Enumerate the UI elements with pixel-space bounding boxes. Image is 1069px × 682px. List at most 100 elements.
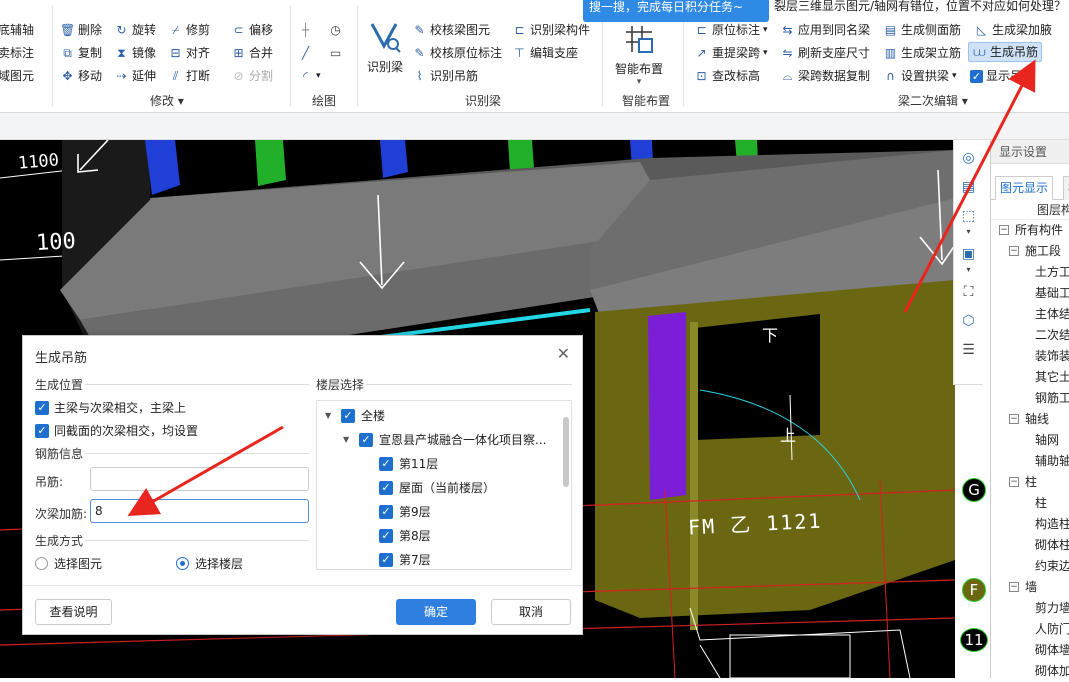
tree-item[interactable]: 装饰装 [991, 346, 1069, 367]
tree-item[interactable]: 基础工 [991, 283, 1069, 304]
floor-item[interactable]: ✓ 第7层 [379, 551, 431, 568]
cube-icon[interactable]: ⬚ [958, 205, 980, 227]
check-beam-button[interactable]: ✎ 校核梁图元 [412, 20, 490, 40]
same-section-intersect-checkbox[interactable]: ✓ 同截面的次梁相交，均设置 [35, 422, 198, 439]
gen-haunch-button[interactable]: ◺ 生成梁加腋 [974, 20, 1052, 40]
collapse-toggle-icon[interactable]: − [1009, 477, 1019, 487]
floor-item[interactable]: ▼ ✓ 宣恩县产城融合一体化项目察... [343, 431, 546, 448]
identify-hanger-button[interactable]: ⌇ 识别吊筋 [412, 66, 478, 86]
select-floor-radio[interactable]: 选择楼层 [176, 555, 243, 572]
collapse-toggle-icon[interactable]: − [1009, 414, 1019, 424]
checkbox-checked-icon[interactable]: ✓ [379, 552, 393, 567]
trim-button[interactable]: ⌿ 修剪 [168, 20, 210, 40]
gen-hanger-button[interactable]: ⩊ 生成吊筋 [968, 42, 1043, 62]
ribbon-left-item-1[interactable]: 底辅轴 [0, 20, 34, 40]
tree-item[interactable]: − 轴线 [991, 409, 1069, 430]
ribbon-left-item-3[interactable]: 域图元 [0, 66, 34, 86]
floor-item[interactable]: ▼ ✓ 全楼 [325, 407, 385, 424]
split-button[interactable]: ⊘ 分割 [231, 66, 273, 86]
break-button[interactable]: ⫽ 打断 [168, 66, 210, 86]
select-element-radio[interactable]: 选择图元 [35, 555, 102, 572]
plan-view-icon[interactable]: ▤ [958, 176, 980, 198]
tree-item[interactable]: 其它土 [991, 367, 1069, 388]
align-button[interactable]: ⊟ 对齐 [168, 43, 210, 63]
tree-item[interactable]: 钢筋工 [991, 388, 1069, 409]
floor-item[interactable]: ✓ 第9层 [379, 503, 431, 520]
checkbox-checked-icon[interactable]: ✓ [341, 408, 355, 423]
delete-button[interactable]: 🗑 删除 [60, 20, 102, 40]
set-arch-beam-button[interactable]: ∩ 设置拱梁 ▾ [883, 66, 956, 86]
apply-same-name-button[interactable]: ⇆ 应用到同名梁 [780, 20, 870, 40]
secondary-beam-rebar-input[interactable] [90, 499, 309, 523]
expand-arrow-icon[interactable]: ▼ [325, 411, 335, 420]
chevron-down-icon[interactable]: ▾ [958, 265, 980, 274]
checkbox-checked-icon[interactable]: ✓ [379, 504, 393, 519]
hanger-rebar-input[interactable] [90, 467, 309, 491]
tree-item[interactable]: 轴网 [991, 430, 1069, 451]
tree-item[interactable]: 二次结 [991, 325, 1069, 346]
tree-item[interactable]: − 施工段 [991, 241, 1069, 262]
floor-tree-scrollbar[interactable] [563, 417, 569, 487]
draw-arc-button[interactable]: ◜ ▾ [298, 66, 320, 86]
close-icon[interactable]: ✕ [557, 344, 570, 363]
copy-button[interactable]: ⧉ 复制 [60, 43, 102, 63]
identify-beam-button[interactable]: 识别梁 [362, 20, 408, 75]
view-help-button[interactable]: 查看说明 [35, 599, 112, 625]
refresh-support-button[interactable]: ⇋ 刷新支座尺寸 [780, 43, 870, 63]
smart-layout-button[interactable]: 智能布置 ▾ [612, 22, 666, 87]
draw-line-button[interactable]: ╱ [298, 43, 313, 63]
cancel-button[interactable]: 取消 [491, 599, 571, 625]
offset-button[interactable]: ⊂ 偏移 [231, 20, 273, 40]
copy-span-data-button[interactable]: ⌓ 梁跨数据复制 [780, 66, 870, 86]
ribbon-left-item-2[interactable]: 卖标注 [0, 43, 34, 63]
floor-item[interactable]: ✓ 第11层 [379, 455, 438, 472]
identify-beam-component-button[interactable]: ⊏ 识别梁构件 [512, 20, 590, 40]
tree-item[interactable]: 柱 [991, 493, 1069, 514]
eye-icon[interactable]: ◎ [958, 147, 980, 169]
tree-item[interactable]: 约束边 [991, 556, 1069, 577]
tab-element-display[interactable]: 图元显示 [995, 176, 1054, 200]
box-select-icon[interactable]: ⬡ [958, 310, 980, 332]
check-elevation-button[interactable]: ⊡ 查改标高 [694, 66, 760, 86]
tree-item[interactable]: 砌体柱 [991, 535, 1069, 556]
tree-item[interactable]: 人防门 [991, 619, 1069, 640]
tree-item[interactable]: 构造柱 [991, 514, 1069, 535]
tree-item[interactable]: − 所有构件 [991, 220, 1069, 241]
tree-item[interactable]: 土方工 [991, 262, 1069, 283]
checkbox-checked-icon[interactable]: ✓ [379, 456, 393, 471]
tree-item[interactable]: − 柱 [991, 472, 1069, 493]
collapse-toggle-icon[interactable]: − [999, 225, 1009, 235]
main-secondary-intersect-checkbox[interactable]: ✓ 主梁与次梁相交，主梁上 [35, 399, 186, 416]
chevron-down-icon[interactable]: ▾ [958, 227, 980, 236]
gen-side-rebar-button[interactable]: ▤ 生成侧面筋 [883, 20, 961, 40]
extend-button[interactable]: ⇢ 延伸 [114, 66, 156, 86]
collapse-toggle-icon[interactable]: − [1009, 246, 1019, 256]
check-annotation-button[interactable]: ✎ 校核原位标注 [412, 43, 502, 63]
floor-item[interactable]: ✓ 屋面（当前楼层） [379, 479, 495, 496]
re-extract-span-button[interactable]: ↗ 重提梁跨 ▾ [694, 43, 767, 63]
expand-arrow-icon[interactable]: ▼ [343, 435, 353, 444]
gen-erection-bar-button[interactable]: ▥ 生成架立筋 [883, 43, 961, 63]
mirror-button[interactable]: ⧗ 镜像 [114, 43, 156, 63]
collapse-toggle-icon[interactable]: − [1009, 582, 1019, 592]
checkbox-checked-icon[interactable]: ✓ [379, 528, 393, 543]
draw-point-button[interactable]: ┼ [298, 20, 313, 40]
floor-item[interactable]: ✓ 第8层 [379, 527, 431, 544]
help-question-text[interactable]: 裂层三维显示图元/轴网有错位，位置不对应如何处理？ [774, 0, 1066, 14]
tree-item[interactable]: 主体结 [991, 304, 1069, 325]
show-hanger-checkbox[interactable]: ✓ 显示吊筋 [970, 66, 1034, 86]
fullscreen-icon[interactable]: ⛶ [958, 281, 980, 303]
search-tooltip[interactable]: 搜一搜，完成每日积分任务~ [583, 0, 769, 22]
tree-item[interactable]: − 墙 [991, 577, 1069, 598]
solid-cube-icon[interactable]: ▣ [958, 243, 980, 265]
properties-icon[interactable]: ☰ [958, 339, 980, 361]
move-button[interactable]: ✥ 移动 [60, 66, 102, 86]
tree-item[interactable]: 砌体墙 [991, 640, 1069, 661]
tree-item[interactable]: 辅助轴 [991, 451, 1069, 472]
ok-button[interactable]: 确定 [396, 599, 476, 625]
rotate-button[interactable]: ↻ 旋转 [114, 20, 156, 40]
tab-floor-display[interactable]: 楼 [1063, 176, 1069, 200]
draw-rect-button[interactable]: ▭ [328, 43, 343, 63]
tree-item[interactable]: 剪力墙 [991, 598, 1069, 619]
draw-circle-button[interactable]: ◷ [328, 20, 343, 40]
